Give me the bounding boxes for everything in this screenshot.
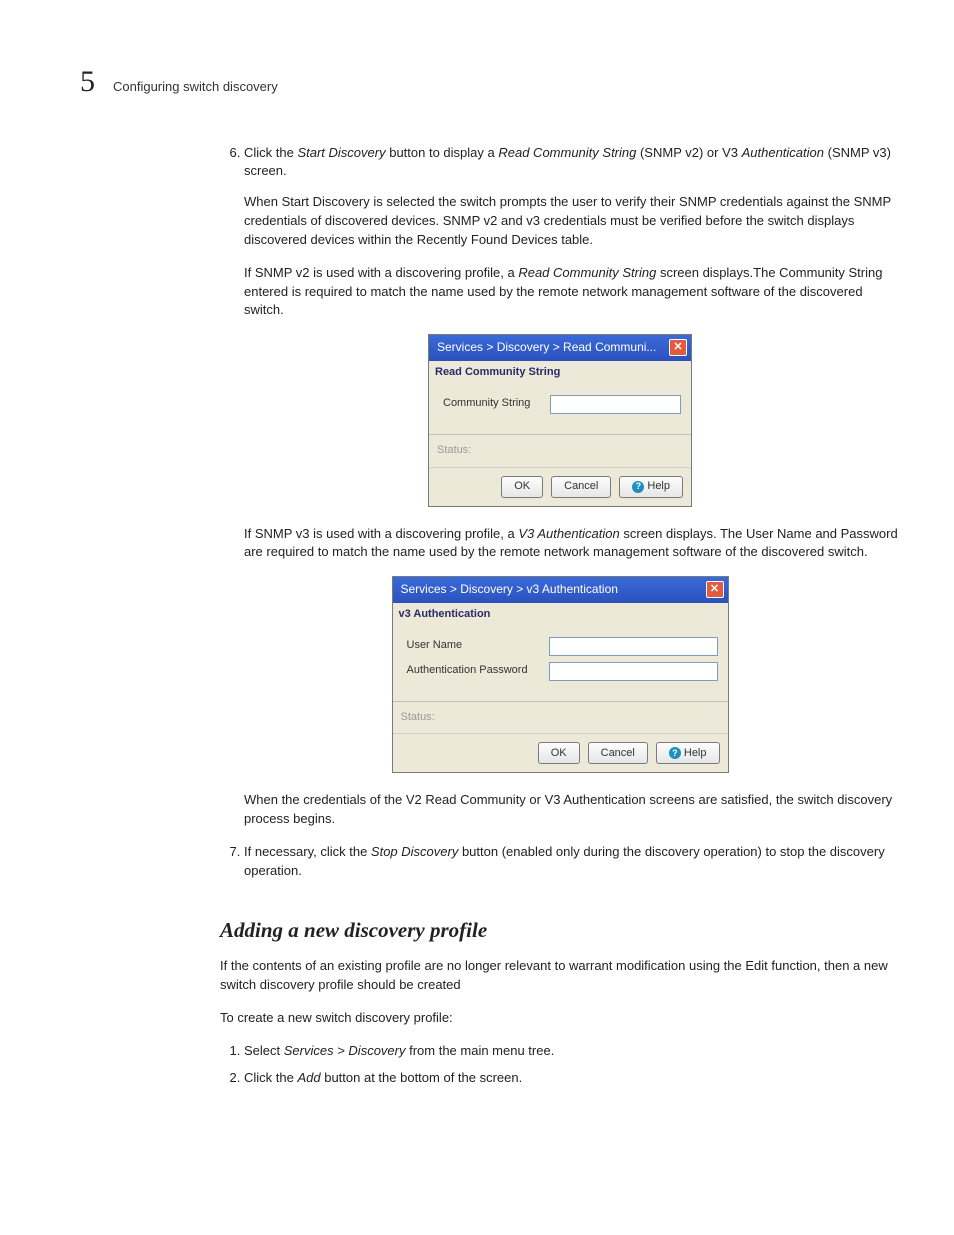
read-community-dialog: Services > Discovery > Read Communi... ✕… — [428, 334, 692, 506]
dialog2-title: Services > Discovery > v3 Authentication — [401, 581, 618, 598]
dialog1-status: Status: — [429, 435, 691, 468]
close-icon[interactable]: ✕ — [669, 339, 687, 356]
step-6: Click the Start Discovery button to disp… — [244, 144, 900, 182]
section-heading-add-profile: Adding a new discovery profile — [220, 915, 900, 945]
auth-password-label: Authentication Password — [407, 663, 537, 679]
dialog1-panel-title: Read Community String — [429, 361, 691, 381]
step6-para3: If SNMP v2 is used with a discovering pr… — [244, 264, 900, 321]
community-string-label: Community String — [443, 396, 538, 412]
step6-para4: If SNMP v3 is used with a discovering pr… — [244, 525, 900, 563]
auth-password-input[interactable] — [549, 662, 718, 681]
step-7: If necessary, click the Stop Discovery b… — [244, 843, 900, 881]
v3-auth-dialog: Services > Discovery > v3 Authentication… — [392, 576, 729, 773]
help-icon: ? — [669, 747, 681, 759]
section2-step1: Select Services > Discovery from the mai… — [244, 1042, 900, 1061]
section2-para2: To create a new switch discovery profile… — [220, 1009, 900, 1028]
ok-button[interactable]: OK — [501, 476, 543, 498]
community-string-input[interactable] — [550, 395, 681, 414]
user-name-label: User Name — [407, 638, 537, 654]
help-icon: ? — [632, 481, 644, 493]
dialog1-title: Services > Discovery > Read Communi... — [437, 339, 656, 356]
section2-step2: Click the Add button at the bottom of th… — [244, 1069, 900, 1088]
dialog2-status: Status: — [393, 702, 728, 735]
help-button[interactable]: ?Help — [656, 742, 720, 764]
running-head: Configuring switch discovery — [113, 78, 278, 97]
close-icon[interactable]: ✕ — [706, 581, 724, 598]
dialog1-titlebar: Services > Discovery > Read Communi... ✕ — [429, 335, 691, 360]
user-name-input[interactable] — [549, 637, 718, 656]
cancel-button[interactable]: Cancel — [551, 476, 611, 498]
dialog2-titlebar: Services > Discovery > v3 Authentication… — [393, 577, 728, 602]
step6-para2: When Start Discovery is selected the swi… — [244, 193, 900, 250]
step6-text: Click the Start Discovery button to disp… — [244, 145, 891, 179]
dialog2-panel-title: v3 Authentication — [393, 603, 728, 623]
cancel-button[interactable]: Cancel — [588, 742, 648, 764]
step6-para5: When the credentials of the V2 Read Comm… — [244, 791, 900, 829]
chapter-number: 5 — [80, 60, 95, 104]
section2-para1: If the contents of an existing profile a… — [220, 957, 900, 995]
help-button[interactable]: ?Help — [619, 476, 683, 498]
ok-button[interactable]: OK — [538, 742, 580, 764]
